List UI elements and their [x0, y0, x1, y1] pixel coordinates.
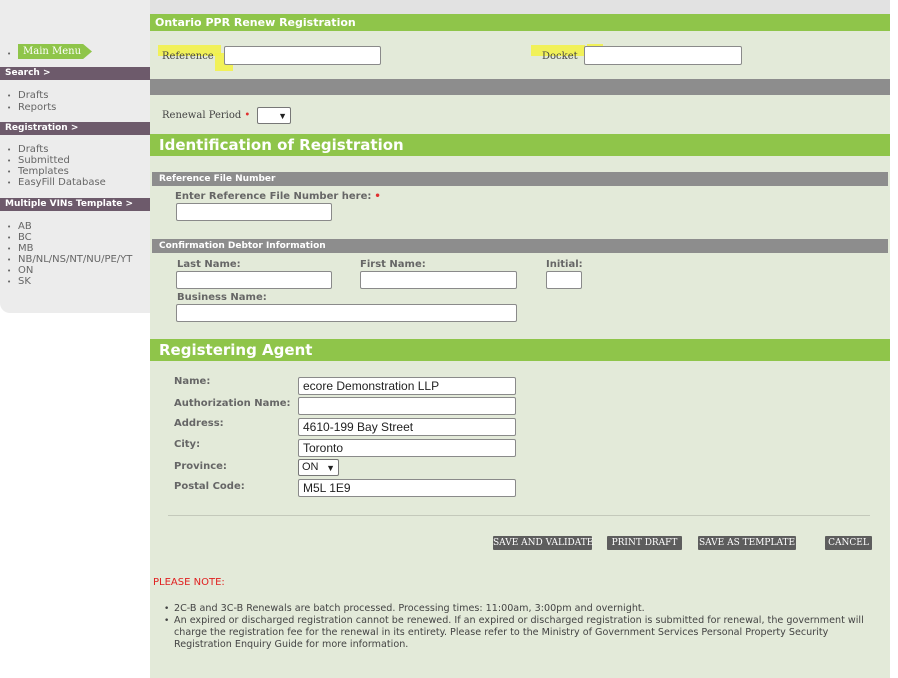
bullet-icon: • [7, 50, 12, 58]
agent-name-label: Name: [174, 376, 211, 387]
docket-input[interactable] [584, 46, 742, 65]
initial-label: Initial: [546, 259, 583, 270]
province-value: ON [302, 461, 319, 473]
reference-file-input[interactable] [176, 203, 332, 221]
list-item: • An expired or discharged registration c… [164, 615, 864, 650]
sidebar-item-on[interactable]: ON [18, 265, 33, 276]
sidebar-item-templates[interactable]: Templates [18, 166, 69, 177]
separator-bar [150, 79, 890, 95]
chevron-down-icon: ▼ [326, 463, 335, 473]
reference-file-label: Enter Reference File Number here: • [175, 191, 381, 202]
first-name-label: First Name: [360, 259, 426, 270]
authorization-name-input[interactable] [298, 397, 516, 415]
sidebar: • Main Menu Search > • Drafts • Reports … [0, 0, 150, 313]
province-label: Province: [174, 461, 227, 472]
reference-file-bar: Reference File Number [152, 172, 888, 186]
postal-code-input[interactable]: M5L 1E9 [298, 479, 516, 497]
sidebar-item-nb-group[interactable]: NB/NL/NS/NT/NU/PE/YT [18, 254, 132, 265]
sidebar-item-mb[interactable]: MB [18, 243, 34, 254]
cancel-button[interactable]: CANCEL [825, 536, 872, 550]
divider [168, 515, 870, 516]
docket-label: Docket [542, 51, 578, 62]
page-title: Ontario PPR Renew Registration [150, 14, 890, 31]
chevron-down-icon: ▼ [278, 111, 287, 121]
registering-agent-heading: Registering Agent [150, 339, 890, 361]
postal-code-label: Postal Code: [174, 481, 245, 492]
first-name-input[interactable] [360, 271, 517, 289]
required-marker: • [244, 110, 251, 121]
sidebar-item-submitted[interactable]: Submitted [18, 155, 70, 166]
debtor-info-bar: Confirmation Debtor Information [152, 239, 888, 253]
address-label: Address: [174, 418, 224, 429]
list-item: • 2C-B and 3C-B Renewals are batch proces… [164, 603, 645, 614]
main-menu-link[interactable]: Main Menu [18, 44, 92, 59]
sidebar-item-ab[interactable]: AB [18, 221, 32, 232]
sidebar-item-bc[interactable]: BC [18, 232, 32, 243]
province-select[interactable]: ON ▼ [298, 459, 339, 476]
save-and-validate-button[interactable]: SAVE AND VALIDATE [493, 536, 593, 550]
bullet-icon: • [164, 616, 170, 626]
notes-list: • 2C-B and 3C-B Renewals are batch proces… [162, 603, 887, 651]
required-marker: • [374, 191, 381, 202]
save-as-template-button[interactable]: SAVE AS TEMPLATE [698, 536, 796, 550]
print-draft-button[interactable]: PRINT DRAFT [607, 536, 682, 550]
last-name-label: Last Name: [177, 259, 241, 270]
identification-heading: Identification of Registration [150, 134, 890, 156]
registration-form-panel: Ontario PPR Renew Registration Reference… [150, 0, 890, 678]
city-input[interactable]: Toronto [298, 439, 516, 457]
sidebar-item-reports[interactable]: Reports [18, 102, 56, 113]
authorization-name-label: Authorization Name: [174, 398, 291, 409]
sidebar-item-search-drafts[interactable]: Drafts [18, 90, 48, 101]
please-note-title: PLEASE NOTE: [153, 577, 225, 588]
bullet-icon: • [164, 604, 170, 614]
initial-input[interactable] [546, 271, 582, 289]
address-input[interactable]: 4610-199 Bay Street [298, 418, 516, 436]
last-name-input[interactable] [176, 271, 332, 289]
city-label: City: [174, 439, 201, 450]
agent-name-input[interactable]: ecore Demonstration LLP [298, 377, 516, 395]
sidebar-item-registration-drafts[interactable]: Drafts [18, 144, 48, 155]
registration-section-header[interactable]: Registration > [0, 122, 150, 135]
vins-section-header[interactable]: Multiple VINs Template > [0, 198, 150, 211]
top-strip [150, 0, 890, 14]
search-section-header[interactable]: Search > [0, 67, 150, 80]
sidebar-item-easyfill[interactable]: EasyFill Database [18, 177, 106, 188]
sidebar-item-sk[interactable]: SK [18, 276, 31, 287]
renewal-period-label: Renewal Period • [162, 110, 251, 121]
reference-label: Reference [162, 51, 214, 62]
reference-input[interactable] [224, 46, 381, 65]
renewal-period-select[interactable]: ▼ [257, 107, 291, 124]
business-name-input[interactable] [176, 304, 517, 322]
business-name-label: Business Name: [177, 292, 267, 303]
